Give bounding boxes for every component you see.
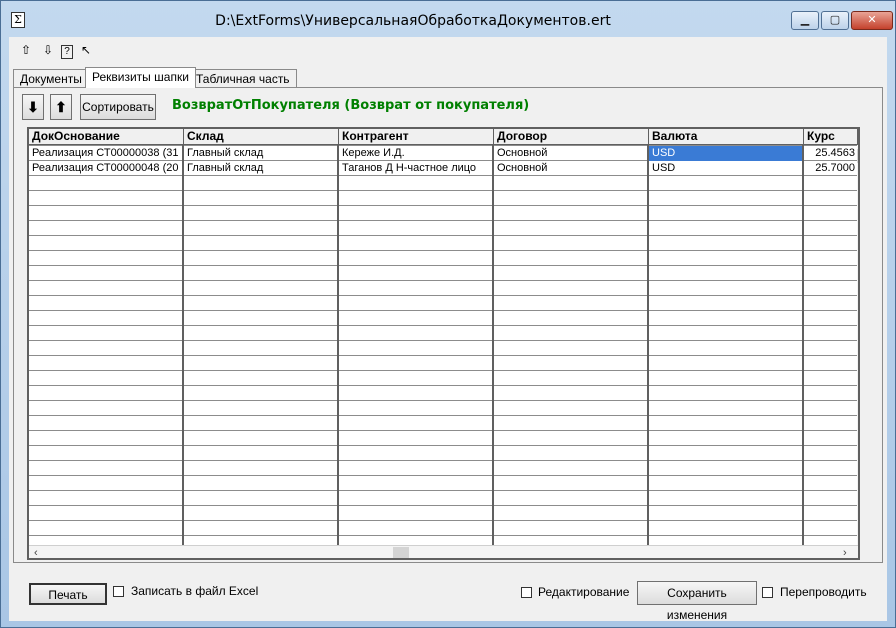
- move-up-button[interactable]: ⬆: [50, 94, 72, 120]
- grid-row-line: [29, 325, 858, 326]
- column-header-basis[interactable]: ДокОснование: [29, 129, 184, 145]
- grid-column-line: [182, 145, 184, 545]
- document-type-heading: ВозвратОтПокупателя (Возврат от покупате…: [172, 98, 530, 113]
- grid-column-line: [492, 145, 494, 545]
- table-cell[interactable]: USD: [649, 161, 802, 176]
- sort-button[interactable]: Сортировать: [80, 94, 156, 120]
- column-header-rate[interactable]: Курс: [804, 129, 858, 145]
- grid-row-line: [29, 385, 858, 386]
- table-cell[interactable]: 25.7000: [806, 161, 857, 176]
- export-excel-checkbox[interactable]: [113, 586, 124, 597]
- toolbar: ⇧ ⇩? ↖: [17, 41, 99, 61]
- context-help-icon[interactable]: ↖: [77, 41, 95, 59]
- tab-documents[interactable]: Документы: [13, 69, 89, 87]
- tab-table-part[interactable]: Табличная часть: [189, 69, 297, 87]
- export-excel-label: Записать в файл Excel: [131, 584, 259, 598]
- grid-row-line: [29, 310, 858, 311]
- vertical-scrollbar[interactable]: ⌄: [857, 145, 860, 545]
- table-cell[interactable]: Главный склад: [184, 146, 337, 161]
- grid-row-line: [29, 235, 858, 236]
- save-changes-button[interactable]: Сохранить изменения: [637, 581, 757, 622]
- help-icon[interactable]: ?: [61, 45, 73, 59]
- repost-checkbox[interactable]: [762, 587, 773, 598]
- grid-column-line: [337, 145, 339, 545]
- grid-row-line: [29, 505, 858, 506]
- scroll-right-icon[interactable]: ›: [843, 547, 847, 558]
- documents-up-icon[interactable]: ⇧: [17, 41, 35, 59]
- table-cell[interactable]: Кереже И.Д.: [339, 146, 492, 161]
- grid-row-line: [29, 205, 858, 206]
- table-cell[interactable]: Основной: [494, 161, 647, 176]
- grid-row-line: [29, 355, 858, 356]
- grid-column-line: [802, 145, 804, 545]
- documents-down-icon[interactable]: ⇩: [39, 41, 57, 59]
- grid-row-line: [29, 340, 858, 341]
- tab-panel: ⬇ ⬆ Сортировать ВозвратОтПокупателя (Воз…: [13, 87, 883, 563]
- grid-row-line: [29, 190, 858, 191]
- grid-row-line: [29, 460, 858, 461]
- grid-column-line: [647, 145, 649, 545]
- grid-row-line: [29, 280, 858, 281]
- grid-row-line: [29, 415, 858, 416]
- horizontal-scrollbar[interactable]: ‹ ›: [29, 545, 858, 558]
- table-cell[interactable]: Реализация СТ00000048 (20: [29, 161, 182, 176]
- print-button[interactable]: Печать: [29, 583, 107, 605]
- scroll-down-icon[interactable]: ⌄: [858, 530, 860, 542]
- title-bar[interactable]: Σ D:\ExtForms\УниверсальнаяОбработкаДоку…: [1, 1, 895, 37]
- grid-row-line: [29, 535, 858, 536]
- column-header-currency[interactable]: Валюта: [649, 129, 804, 145]
- close-button[interactable]: ✕: [851, 11, 893, 30]
- table-cell[interactable]: Основной: [494, 146, 647, 161]
- grid-row-line: [29, 250, 858, 251]
- table-cell[interactable]: Главный склад: [184, 161, 337, 176]
- edit-mode-checkbox[interactable]: [521, 587, 532, 598]
- minimize-button[interactable]: ▁: [791, 11, 819, 30]
- app-window: Σ D:\ExtForms\УниверсальнаяОбработкаДоку…: [0, 0, 896, 628]
- maximize-button[interactable]: ▢: [821, 11, 849, 30]
- grid-row-line: [29, 265, 858, 266]
- grid-row-line: [29, 220, 858, 221]
- grid-row-line: [29, 295, 858, 296]
- grid-row-line: [29, 445, 858, 446]
- move-down-button[interactable]: ⬇: [22, 94, 44, 120]
- table-cell[interactable]: 25.4563: [806, 146, 857, 161]
- horizontal-scroll-thumb[interactable]: [393, 547, 409, 558]
- column-header-counterparty[interactable]: Контрагент: [339, 129, 494, 145]
- column-header-contract[interactable]: Договор: [494, 129, 649, 145]
- grid-row-line: [29, 430, 858, 431]
- edit-mode-label: Редактирование: [538, 585, 630, 599]
- table-cell-selected[interactable]: USD: [649, 146, 802, 161]
- window-title: D:\ExtForms\УниверсальнаяОбработкаДокуме…: [215, 13, 611, 29]
- table-cell[interactable]: Реализация СТ00000038 (31: [29, 146, 182, 161]
- grid-row-line: [29, 400, 858, 401]
- vertical-scroll-thumb[interactable]: [857, 149, 858, 163]
- repost-label: Перепроводить: [780, 585, 867, 599]
- column-header-warehouse[interactable]: Склад: [184, 129, 339, 145]
- grid-row-line: [29, 370, 858, 371]
- data-grid[interactable]: ДокОснование Склад Контрагент Договор Ва…: [27, 127, 860, 560]
- table-cell[interactable]: Таганов Д Н-частное лицо: [339, 161, 492, 176]
- grid-row-line: [29, 475, 858, 476]
- scroll-left-icon[interactable]: ‹: [34, 547, 38, 558]
- grid-row-line: [29, 490, 858, 491]
- grid-row-line: [29, 520, 858, 521]
- window-client: ⇧ ⇩? ↖ Документы Реквизиты шапки Табличная…: [9, 37, 887, 622]
- tab-header-attributes[interactable]: Реквизиты шапки: [85, 67, 196, 88]
